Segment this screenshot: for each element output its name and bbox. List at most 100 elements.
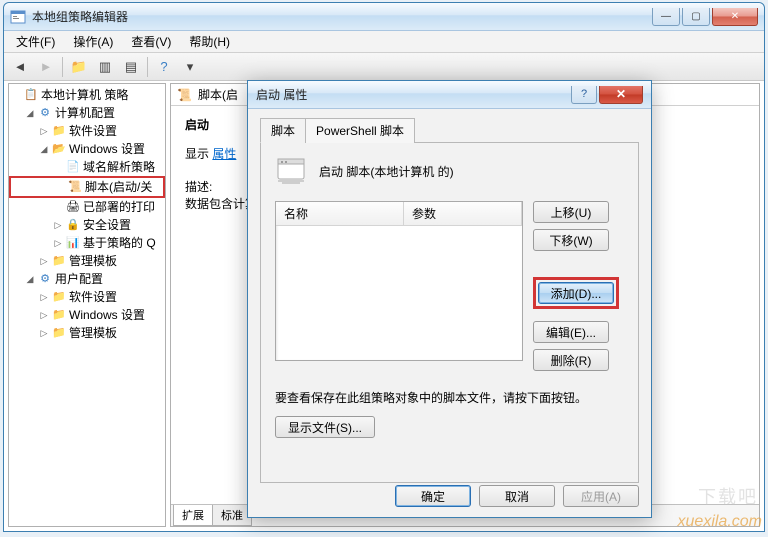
edit-button[interactable]: 编辑(E)... [533,321,609,343]
back-button[interactable]: ◄ [8,56,32,78]
show-hide-tree-button[interactable]: ▥ [93,56,117,78]
filter-button[interactable]: ▾ [178,56,202,78]
cancel-button[interactable]: 取消 [479,485,555,507]
folder-icon: 📁 [51,290,67,304]
script-header: 启动 脚本(本地计算机 的) [275,155,624,187]
menu-view[interactable]: 查看(V) [123,31,179,52]
apply-button[interactable]: 应用(A) [563,485,639,507]
expand-icon[interactable]: ▷ [37,122,51,140]
expand-icon[interactable]: ▷ [51,234,65,252]
expand-icon[interactable]: ▷ [37,306,51,324]
separator [62,57,63,77]
script-large-icon [275,155,307,187]
tree-panel: 📋本地计算机 策略 ◢⚙计算机配置 ▷📁软件设置 ◢📂Windows 设置 📄域… [8,83,166,527]
tree-scripts-startup[interactable]: 📜脚本(启动/关 [11,178,163,196]
side-buttons: 上移(U) 下移(W) 添加(D)... 编辑(E)... 删除(R) [533,201,619,371]
help-icon: ? [581,88,587,100]
dialog-close-button[interactable]: ✕ [599,86,643,104]
tree-user-windows[interactable]: ▷📁Windows 设置 [9,306,165,324]
menu-help[interactable]: 帮助(H) [181,31,238,52]
policy-tree[interactable]: 📋本地计算机 策略 ◢⚙计算机配置 ▷📁软件设置 ◢📂Windows 设置 📄域… [9,84,165,344]
dialog-titlebar[interactable]: 启动 属性 ? ✕ [248,81,651,109]
tree-security-settings[interactable]: ▷🔒安全设置 [9,216,165,234]
tree-windows-settings[interactable]: ◢📂Windows 设置 [9,140,165,158]
dialog-title: 启动 属性 [256,86,571,103]
move-up-button[interactable]: 上移(U) [533,201,609,223]
show-label: 显示 [185,147,209,161]
app-icon [10,9,26,25]
help-button[interactable]: ? [152,56,176,78]
tab-standard[interactable]: 标准 [212,505,252,526]
toolbar: ◄ ► 📁 ▥ ▤ ? ▾ [4,53,764,81]
export-list-button[interactable]: ▤ [119,56,143,78]
tab-scripts[interactable]: 脚本 [260,118,306,143]
collapse-icon[interactable]: ◢ [23,104,37,122]
close-button[interactable]: ✕ [712,8,758,26]
tree-deployed-printers[interactable]: 🖨已部署的打印 [9,198,165,216]
tree-admin-templates[interactable]: ▷📁管理模板 [9,252,165,270]
add-button[interactable]: 添加(D)... [538,282,614,304]
folder-icon: 📁 [51,124,67,138]
list-row: 名称 参数 上移(U) 下移(W) 添加(D)... 编辑(E)... 删除(R… [275,201,624,371]
forward-button[interactable]: ► [34,56,58,78]
tree-user-config[interactable]: ◢⚙用户配置 [9,270,165,288]
folder-up-icon: 📁 [71,59,87,75]
script-icon: 📜 [67,180,83,194]
details-header-title: 脚本(启 [198,86,238,103]
policy-icon: 📋 [23,88,39,102]
collapse-icon[interactable]: ◢ [23,270,37,288]
folder-icon: 📁 [51,254,67,268]
expand-icon[interactable]: ▷ [37,324,51,342]
printer-icon: 🖨 [65,200,81,214]
chart-icon: 📊 [65,236,81,250]
tree-policy-qos[interactable]: ▷📊基于策略的 Q [9,234,165,252]
menu-action[interactable]: 操作(A) [65,31,121,52]
maximize-button[interactable]: ▢ [682,8,710,26]
move-down-button[interactable]: 下移(W) [533,229,609,251]
list-header: 名称 参数 [276,202,522,226]
user-gear-icon: ⚙ [37,272,53,286]
col-name[interactable]: 名称 [276,202,404,226]
tree-computer-config[interactable]: ◢⚙计算机配置 [9,104,165,122]
tree-user-software[interactable]: ▷📁软件设置 [9,288,165,306]
dialog-footer: 确定 取消 应用(A) [260,485,639,507]
up-button[interactable]: 📁 [67,56,91,78]
tab-extended[interactable]: 扩展 [173,505,213,526]
list-icon: ▤ [125,59,137,75]
tree-root[interactable]: 📋本地计算机 策略 [9,86,165,104]
expand-icon[interactable]: ▷ [51,216,65,234]
ok-button[interactable]: 确定 [395,485,471,507]
tree-scripts-highlight: 📜脚本(启动/关 [9,176,165,198]
properties-link[interactable]: 属性 [212,147,236,161]
arrow-left-icon: ◄ [14,59,27,74]
add-button-highlight: 添加(D)... [533,277,619,309]
tree-user-admin-templates[interactable]: ▷📁管理模板 [9,324,165,342]
separator [147,57,148,77]
close-icon: ✕ [616,87,626,101]
minimize-button[interactable]: — [652,8,680,26]
show-files-button[interactable]: 显示文件(S)... [275,416,375,438]
help-icon: ? [160,59,167,74]
col-params[interactable]: 参数 [404,202,522,226]
tab-powershell[interactable]: PowerShell 脚本 [305,118,415,143]
dialog-body: 脚本 PowerShell 脚本 启动 脚本(本地计算机 的) 名称 参数 上移… [248,109,651,517]
expand-icon[interactable]: ▷ [37,252,51,270]
menubar: 文件(F) 操作(A) 查看(V) 帮助(H) [4,31,764,53]
policy-item-icon: 📄 [65,160,81,174]
dialog-help-button[interactable]: ? [571,86,597,104]
tree-name-resolution[interactable]: 📄域名解析策略 [9,158,165,176]
collapse-icon[interactable]: ◢ [37,140,51,158]
tree-software-settings[interactable]: ▷📁软件设置 [9,122,165,140]
gear-icon: ⚙ [37,106,53,120]
dialog-tabs: 脚本 PowerShell 脚本 [260,117,639,143]
scripts-list[interactable]: 名称 参数 [275,201,523,361]
folder-open-icon: 📂 [51,142,67,156]
hint-text: 要查看保存在此组策略对象中的脚本文件，请按下面按钮。 [275,389,624,406]
remove-button[interactable]: 删除(R) [533,349,609,371]
window-title: 本地组策略编辑器 [32,8,652,25]
menu-file[interactable]: 文件(F) [8,31,63,52]
arrow-right-icon: ► [40,59,53,74]
expand-icon[interactable]: ▷ [37,288,51,306]
lock-icon: 🔒 [65,218,81,232]
startup-properties-dialog: 启动 属性 ? ✕ 脚本 PowerShell 脚本 启动 脚本(本地计算机 的… [247,80,652,518]
